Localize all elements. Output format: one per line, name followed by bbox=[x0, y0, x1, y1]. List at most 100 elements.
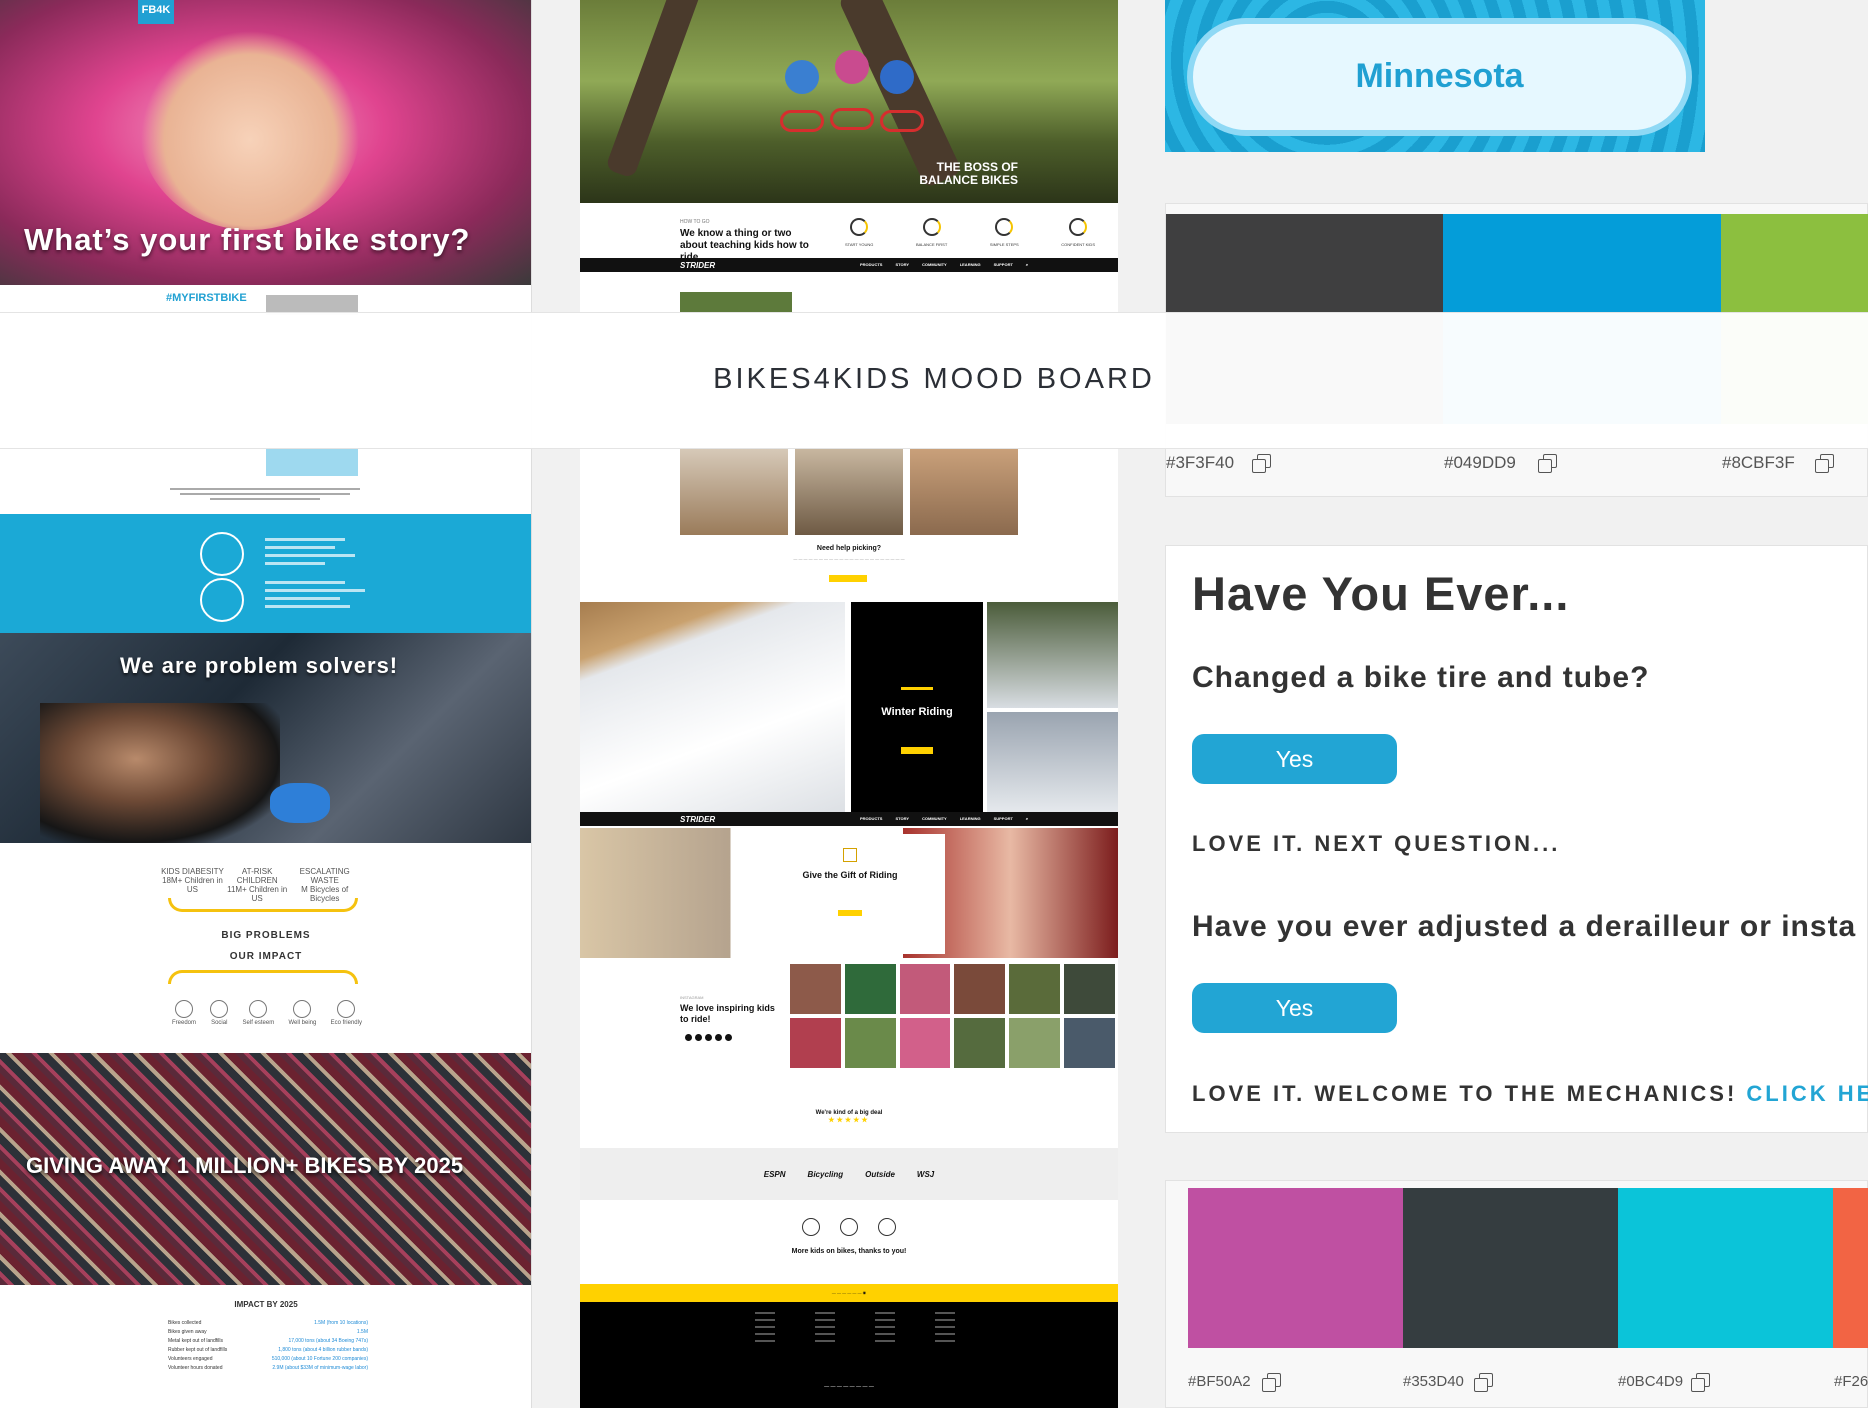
shop-now-button[interactable] bbox=[901, 747, 933, 754]
impact-2025-title: IMPACT BY 2025 bbox=[234, 1300, 298, 1309]
step-item: START YOUNG bbox=[845, 218, 873, 247]
impact-item: Self esteem bbox=[243, 1000, 274, 1026]
quote-card bbox=[266, 448, 358, 476]
grid-photo bbox=[1064, 1018, 1115, 1068]
yes-button-1[interactable]: Yes bbox=[1192, 734, 1397, 784]
press-logos: ESPN Bicycling Outside WSJ bbox=[580, 1148, 1118, 1200]
nav-link[interactable]: PRODUCTS bbox=[860, 262, 882, 267]
grid-photo bbox=[844, 964, 896, 1014]
press-logo: ESPN bbox=[763, 1169, 786, 1179]
quiz-response-2: LOVE IT. WELCOME TO THE MECHANICS! CLICK… bbox=[1192, 1081, 1868, 1107]
copy-icon[interactable] bbox=[1252, 454, 1271, 473]
grid-photo bbox=[899, 1018, 951, 1068]
step-icon bbox=[995, 218, 1014, 236]
nav-link[interactable]: LEARNING bbox=[960, 816, 981, 821]
winter-riding-card: Winter Riding bbox=[851, 602, 983, 824]
impact-item: Eco friendly bbox=[331, 1000, 362, 1026]
step-item: CONFIDENT KIDS bbox=[1061, 218, 1095, 247]
social-icon[interactable] bbox=[705, 1034, 712, 1041]
search-icon[interactable]: ⌕ bbox=[1026, 262, 1028, 267]
minnesota-pill-button[interactable]: Minnesota bbox=[1187, 18, 1692, 136]
social-icon[interactable] bbox=[685, 1034, 692, 1041]
copy-icon[interactable] bbox=[1262, 1373, 1281, 1392]
swatch-353D40 bbox=[1403, 1188, 1618, 1348]
social-icon[interactable] bbox=[715, 1034, 722, 1041]
child bbox=[835, 50, 869, 84]
nav-link[interactable]: SUPPORT bbox=[994, 816, 1013, 821]
nav-links: PRODUCTS STORY COMMUNITY LEARNING SUPPOR… bbox=[860, 816, 1028, 821]
big-deal-section: We're kind of a big deal ★★★★★ bbox=[580, 1110, 1118, 1124]
bike-icon bbox=[840, 1218, 858, 1236]
table-row: Bikes given away 1.5M bbox=[168, 1329, 368, 1335]
instagram-grid bbox=[790, 964, 1115, 1068]
hero-image-first-bike: FB4K What’s your first bike story? bbox=[0, 0, 531, 285]
nav-link[interactable]: STORY bbox=[895, 816, 909, 821]
press-logo: WSJ bbox=[916, 1169, 935, 1179]
stats-banner bbox=[0, 514, 531, 634]
percent-icon bbox=[802, 1218, 820, 1236]
grid-photo bbox=[844, 1018, 896, 1068]
social-icons bbox=[685, 1034, 732, 1041]
nav-link[interactable]: COMMUNITY bbox=[922, 816, 947, 821]
social-icon[interactable] bbox=[725, 1034, 732, 1041]
yellow-brace bbox=[168, 898, 358, 912]
know-text: HOW TO GO We know a thing or two about te… bbox=[680, 219, 809, 263]
impact-table: Bikes collected 1.5M (from 10 locations) … bbox=[168, 1320, 368, 1374]
donate-button[interactable] bbox=[838, 910, 862, 916]
nav-link[interactable]: COMMUNITY bbox=[922, 262, 947, 267]
grid-photo bbox=[1064, 964, 1115, 1014]
winter-photo bbox=[987, 602, 1118, 708]
table-row: Volunteer hours donated 2.9M (about $33M … bbox=[168, 1365, 368, 1371]
muscle-icon bbox=[249, 1000, 268, 1018]
child-photo bbox=[140, 30, 360, 230]
yes-button-2[interactable]: Yes bbox=[1192, 983, 1397, 1033]
grid-photo bbox=[790, 1018, 841, 1068]
nav-link[interactable]: PRODUCTS bbox=[860, 816, 882, 821]
strider-navbar: STRIDER PRODUCTS STORY COMMUNITY LEARNIN… bbox=[580, 258, 1118, 272]
product-photo bbox=[680, 292, 792, 312]
hex-label: #049DD9 bbox=[1444, 453, 1516, 472]
mission-text bbox=[170, 485, 360, 503]
location-bar[interactable]: — — — — — — ◉ bbox=[580, 1284, 1118, 1302]
help-button[interactable] bbox=[829, 575, 867, 582]
strider-logo: STRIDER bbox=[680, 261, 716, 270]
hex-label: #8CBF3F bbox=[1722, 453, 1795, 472]
product-photo bbox=[795, 449, 903, 535]
mood-board-title: BIKES4KIDS MOOD BOARD bbox=[713, 363, 1155, 395]
click-here-link[interactable]: CLICK HERE TO bbox=[1746, 1081, 1868, 1106]
grid-photo bbox=[899, 964, 951, 1014]
footer-subscribe: — — — — — — — — bbox=[824, 1384, 874, 1390]
search-icon[interactable]: ⌕ bbox=[1026, 816, 1028, 821]
copy-icon[interactable] bbox=[1691, 1373, 1710, 1392]
grid-photo bbox=[954, 1018, 1006, 1068]
product-photo bbox=[910, 449, 1018, 535]
nav-link[interactable]: SUPPORT bbox=[994, 262, 1013, 267]
nav-link[interactable]: STORY bbox=[895, 262, 909, 267]
copy-icon[interactable] bbox=[1815, 454, 1834, 473]
step-item: BALANCE FIRST bbox=[916, 218, 947, 247]
impact-item: Freedom bbox=[172, 1000, 196, 1026]
giving-away-image: GIVING AWAY 1 MILLION+ BIKES BY 2025 bbox=[0, 1053, 531, 1285]
stat-label: KIDS DIABESITY bbox=[161, 867, 224, 876]
mechanic-photo bbox=[40, 703, 280, 843]
table-row: Metal kept out of landfills 17,000 tons (… bbox=[168, 1338, 368, 1344]
copy-icon[interactable] bbox=[1474, 1373, 1493, 1392]
press-logo: Bicycling bbox=[807, 1169, 844, 1179]
impact-item: Social bbox=[210, 1000, 229, 1026]
nav-link[interactable]: LEARNING bbox=[960, 262, 981, 267]
recycle-icon bbox=[337, 1000, 356, 1018]
social-icon[interactable] bbox=[695, 1034, 702, 1041]
hero-caption: THE BOSS OF BALANCE BIKES bbox=[919, 160, 1018, 187]
grid-photo bbox=[790, 964, 841, 1014]
copy-icon[interactable] bbox=[1538, 454, 1557, 473]
stat-label: AT-RISK CHILDREN bbox=[236, 867, 278, 885]
balance-bike-hero-image: THE BOSS OF BALANCE BIKES bbox=[580, 0, 1118, 203]
hex-label: #BF50A2 bbox=[1188, 1373, 1251, 1390]
award-emblem-icon bbox=[200, 578, 244, 622]
celebrate-icon bbox=[878, 1218, 896, 1236]
hex-label: #0BC4D9 bbox=[1618, 1373, 1684, 1390]
child bbox=[785, 60, 819, 94]
table-row: Volunteers engaged 510,000 (about 10 Fort… bbox=[168, 1356, 368, 1362]
impact-item: Well being bbox=[288, 1000, 316, 1026]
table-row: Bikes collected 1.5M (from 10 locations) bbox=[168, 1320, 368, 1326]
